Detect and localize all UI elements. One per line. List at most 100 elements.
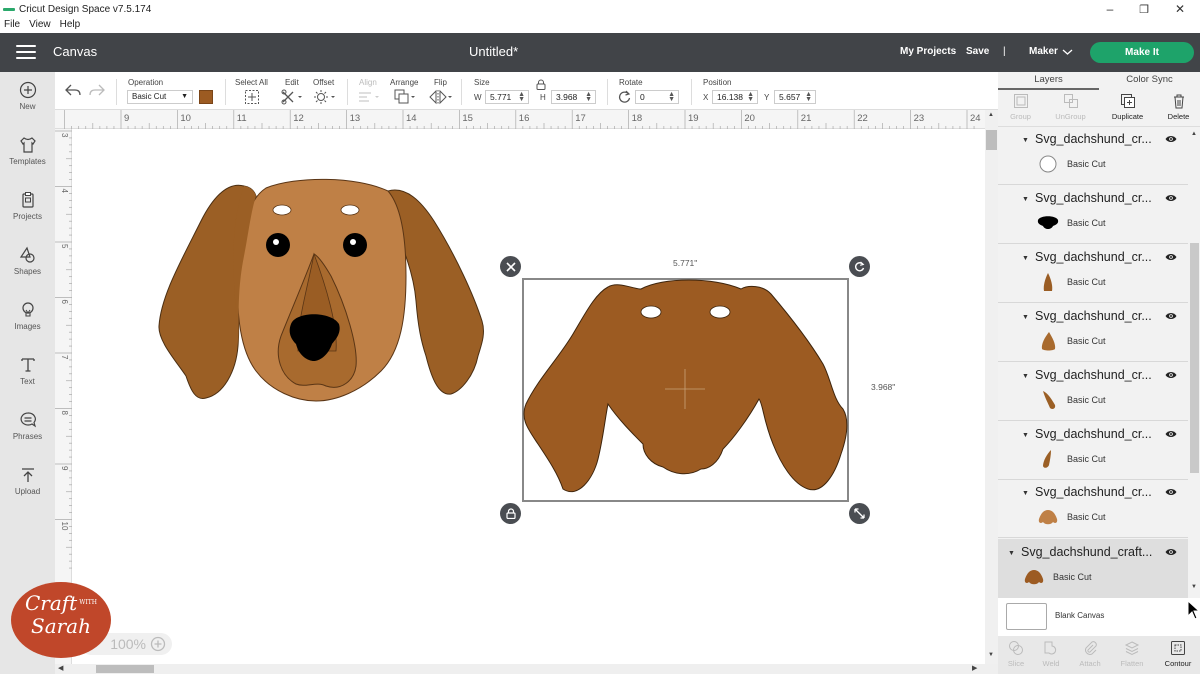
sidebar-item-phrases[interactable]: Phrases (0, 411, 55, 441)
design-canvas[interactable]: 5.771" 3.968" (72, 129, 985, 664)
rotate-icon (855, 261, 865, 272)
blank-canvas-layer[interactable]: Blank Canvas (998, 598, 1200, 636)
dachshund-full-design[interactable] (156, 176, 488, 406)
ungroup-label: UnGroup (1055, 112, 1086, 121)
machine-select[interactable]: Maker (1029, 46, 1058, 57)
offset-icon[interactable] (313, 89, 337, 105)
group-icon (1013, 94, 1028, 108)
ruler-label: 11 (237, 113, 247, 124)
expand-caret-icon[interactable]: ▼ (1022, 314, 1029, 321)
weld-button[interactable]: Weld (1033, 640, 1069, 668)
sidebar-item-text[interactable]: Text (0, 356, 55, 386)
layer-item[interactable]: ▼ Svg_dachshund_cr... Basic Cut (998, 244, 1188, 303)
layer-item[interactable]: ▼ Svg_dachshund_craft... Basic Cut (998, 539, 1188, 598)
eye-icon[interactable] (1165, 488, 1177, 496)
eye-icon[interactable] (1165, 194, 1177, 202)
layer-item[interactable]: ▼ Svg_dachshund_cr... Basic Cut (998, 362, 1188, 421)
layer-item[interactable]: ▼ Svg_dachshund_cr... Basic Cut (998, 128, 1188, 185)
layers-scroll-thumb[interactable] (1190, 243, 1199, 473)
height-input[interactable]: 3.968 ▲ ▼ (551, 90, 596, 104)
layers-scrollbar[interactable]: ▲ ▼ (1188, 128, 1200, 598)
make-it-button[interactable]: Make It (1090, 42, 1194, 63)
expand-caret-icon[interactable]: ▼ (1022, 196, 1029, 203)
menu-help[interactable]: Help (56, 18, 86, 32)
hamburger-menu-icon[interactable] (16, 45, 36, 60)
sidebar-label: Shapes (13, 267, 42, 276)
expand-caret-icon[interactable]: ▼ (1022, 137, 1029, 144)
select-all-icon[interactable] (244, 89, 260, 105)
eye-icon[interactable] (1165, 135, 1177, 143)
group-button[interactable]: Group (998, 91, 1043, 121)
canvas-vertical-scrollbar[interactable]: ▲ ▼ (985, 110, 998, 664)
align-label: Align (359, 78, 377, 87)
horizontal-scroll-thumb[interactable] (96, 665, 154, 673)
eye-icon[interactable] (1165, 548, 1177, 556)
arrange-icon[interactable] (394, 89, 418, 105)
ruler-label: 10 (180, 113, 191, 124)
menu-view[interactable]: View (25, 18, 56, 32)
my-projects-link[interactable]: My Projects (900, 46, 956, 57)
sidebar-item-templates[interactable]: Templates (0, 136, 55, 166)
lock-aspect-icon[interactable] (536, 79, 546, 90)
sidebar-item-new[interactable]: New (0, 81, 55, 111)
delete-button[interactable]: Delete (1156, 91, 1200, 121)
tab-color-sync[interactable]: Color Sync (1099, 72, 1200, 90)
sidebar-label: Upload (14, 487, 41, 496)
flip-icon[interactable] (429, 89, 453, 105)
zoom-in-icon[interactable] (150, 636, 166, 652)
eye-icon[interactable] (1165, 253, 1177, 261)
ungroup-button[interactable]: UnGroup (1048, 91, 1093, 121)
ruler-label: 20 (744, 113, 755, 124)
rotate-input[interactable]: 0 ▲ ▼ (635, 90, 679, 104)
resize-handle[interactable] (849, 503, 870, 524)
expand-caret-icon[interactable]: ▼ (1022, 373, 1029, 380)
x-position-input[interactable]: 16.138 ▲ ▼ (712, 90, 758, 104)
eye-icon[interactable] (1165, 430, 1177, 438)
undo-icon[interactable] (65, 83, 81, 97)
redo-icon[interactable] (89, 83, 105, 97)
eye-icon[interactable] (1165, 312, 1177, 320)
expand-caret-icon[interactable]: ▼ (1008, 550, 1015, 557)
layer-item[interactable]: ▼ Svg_dachshund_cr... Basic Cut (998, 303, 1188, 362)
save-button[interactable]: Save (966, 46, 989, 57)
sidebar-item-projects[interactable]: Projects (0, 191, 55, 221)
ruler-label: 13 (350, 113, 361, 124)
layer-item[interactable]: ▼ Svg_dachshund_cr... Basic Cut (998, 479, 1188, 538)
close-icon (505, 261, 516, 272)
dachshund-base-layer[interactable] (523, 279, 848, 501)
sidebar-item-shapes[interactable]: Shapes (0, 246, 55, 276)
menu-file[interactable]: File (0, 18, 25, 32)
sidebar-item-upload[interactable]: Upload (0, 466, 55, 496)
duplicate-button[interactable]: Duplicate (1105, 91, 1150, 121)
attach-button[interactable]: Attach (1072, 640, 1108, 668)
rotate-handle[interactable] (849, 256, 870, 277)
expand-caret-icon[interactable]: ▼ (1022, 255, 1029, 262)
flatten-button[interactable]: Flatten (1114, 640, 1150, 668)
expand-caret-icon[interactable]: ▼ (1022, 432, 1029, 439)
vertical-scroll-thumb[interactable] (986, 130, 997, 150)
delete-handle[interactable] (500, 256, 521, 277)
paperclip-icon (1085, 641, 1097, 655)
operation-select[interactable]: Basic Cut ▼ (127, 90, 193, 104)
eye-icon[interactable] (1165, 371, 1177, 379)
layer-item[interactable]: ▼ Svg_dachshund_cr... Basic Cut (998, 185, 1188, 244)
lock-icon (505, 508, 516, 519)
edit-scissors-icon[interactable] (281, 89, 303, 105)
lock-handle[interactable] (500, 503, 521, 524)
sidebar-item-images[interactable]: Images (0, 301, 55, 331)
tab-layers[interactable]: Layers (998, 72, 1099, 90)
width-input[interactable]: 5.771 ▲ ▼ (485, 90, 529, 104)
slice-button[interactable]: Slice (998, 640, 1034, 668)
y-position-input[interactable]: 5.657 ▲ ▼ (774, 90, 816, 104)
operation-color-swatch[interactable] (199, 90, 213, 104)
restore-button[interactable]: ❐ (1124, 0, 1164, 18)
close-window-button[interactable]: ✕ (1160, 0, 1200, 18)
operation-label: Operation (128, 78, 164, 87)
watermark-line1: Craft (24, 591, 78, 615)
contour-button[interactable]: Contour (1160, 640, 1196, 668)
layer-item[interactable]: ▼ Svg_dachshund_cr... Basic Cut (998, 421, 1188, 480)
layer-tools: Group UnGroup Duplicate Delete (998, 91, 1200, 127)
canvas-horizontal-scrollbar[interactable]: ◀ ▶ (55, 664, 998, 674)
expand-caret-icon[interactable]: ▼ (1022, 490, 1029, 497)
chevron-down-icon[interactable] (1062, 48, 1073, 56)
